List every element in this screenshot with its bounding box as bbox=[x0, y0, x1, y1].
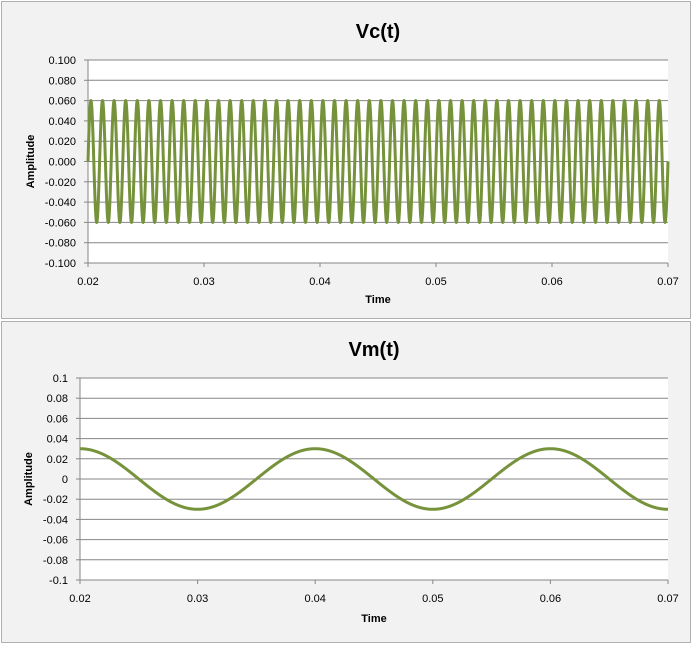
y-tick-label: 0.04 bbox=[47, 434, 68, 446]
y-tick-label: -0.04 bbox=[43, 514, 68, 526]
y-tick-label: -0.1 bbox=[49, 575, 68, 587]
y-tick-label: -0.080 bbox=[45, 238, 76, 250]
chart-title: Vc(t) bbox=[356, 21, 400, 43]
x-tick-label: 0.03 bbox=[193, 276, 214, 288]
x-tick-label: 0.03 bbox=[187, 593, 208, 605]
y-tick-label: 0.060 bbox=[48, 96, 76, 108]
y-tick-label: -0.02 bbox=[43, 494, 68, 506]
y-axis-label: Amplitude bbox=[23, 452, 35, 506]
y-axis-label: Amplitude bbox=[25, 135, 37, 189]
y-tick-label: 0.100 bbox=[48, 55, 76, 67]
y-tick-label: 0.020 bbox=[48, 136, 76, 148]
y-tick-label: 0.080 bbox=[48, 75, 76, 87]
chart-title: Vm(t) bbox=[348, 339, 399, 361]
y-tick-label: -0.040 bbox=[45, 197, 76, 209]
chart-panel-vc: Vc(t) 0.100 0.080 0.060 0.040 0.020 0.000 -0.02… bbox=[1, 1, 691, 319]
y-tick-label: -0.06 bbox=[43, 535, 68, 547]
x-tick-label: 0.04 bbox=[304, 593, 325, 605]
x-axis-label: Time bbox=[365, 294, 390, 306]
y-tick-label: -0.100 bbox=[45, 258, 76, 270]
y-tick-label: 0.02 bbox=[47, 454, 68, 466]
y-tick-label: 0 bbox=[62, 474, 68, 486]
x-axis-label: Time bbox=[361, 613, 386, 625]
y-tick-label: -0.020 bbox=[45, 177, 76, 189]
x-tick-label: 0.02 bbox=[69, 593, 90, 605]
x-tick-label: 0.06 bbox=[541, 276, 562, 288]
x-tick-label: 0.02 bbox=[77, 276, 98, 288]
chart-vc: Vc(t) 0.100 0.080 0.060 0.040 0.020 0.000 -0.02… bbox=[25, 21, 679, 306]
x-tick-label: 0.05 bbox=[422, 593, 443, 605]
y-tick-label: 0.040 bbox=[48, 116, 76, 128]
y-tick-label: -0.060 bbox=[45, 217, 76, 229]
y-tick-label: 0.08 bbox=[47, 393, 68, 405]
chart-vm: Vm(t) 0.1 0.08 0.06 0.04 0.02 0 -0.02 -0.04 -0.06… bbox=[23, 339, 679, 625]
y-tick-label: 0.000 bbox=[48, 157, 76, 169]
x-tick-label: 0.05 bbox=[425, 276, 446, 288]
y-tick-label: 0.1 bbox=[53, 373, 68, 385]
y-tick-label: 0.06 bbox=[47, 413, 68, 425]
y-tick-label: -0.08 bbox=[43, 555, 68, 567]
x-tick-label: 0.07 bbox=[657, 276, 678, 288]
chart-panel-vm: Vm(t) 0.1 0.08 0.06 0.04 0.02 0 -0.02 -0.04 -0.06… bbox=[1, 321, 691, 643]
series-line bbox=[86, 99, 670, 224]
x-tick-label: 0.06 bbox=[540, 593, 561, 605]
x-tick-label: 0.07 bbox=[657, 593, 678, 605]
x-tick-label: 0.04 bbox=[309, 276, 330, 288]
